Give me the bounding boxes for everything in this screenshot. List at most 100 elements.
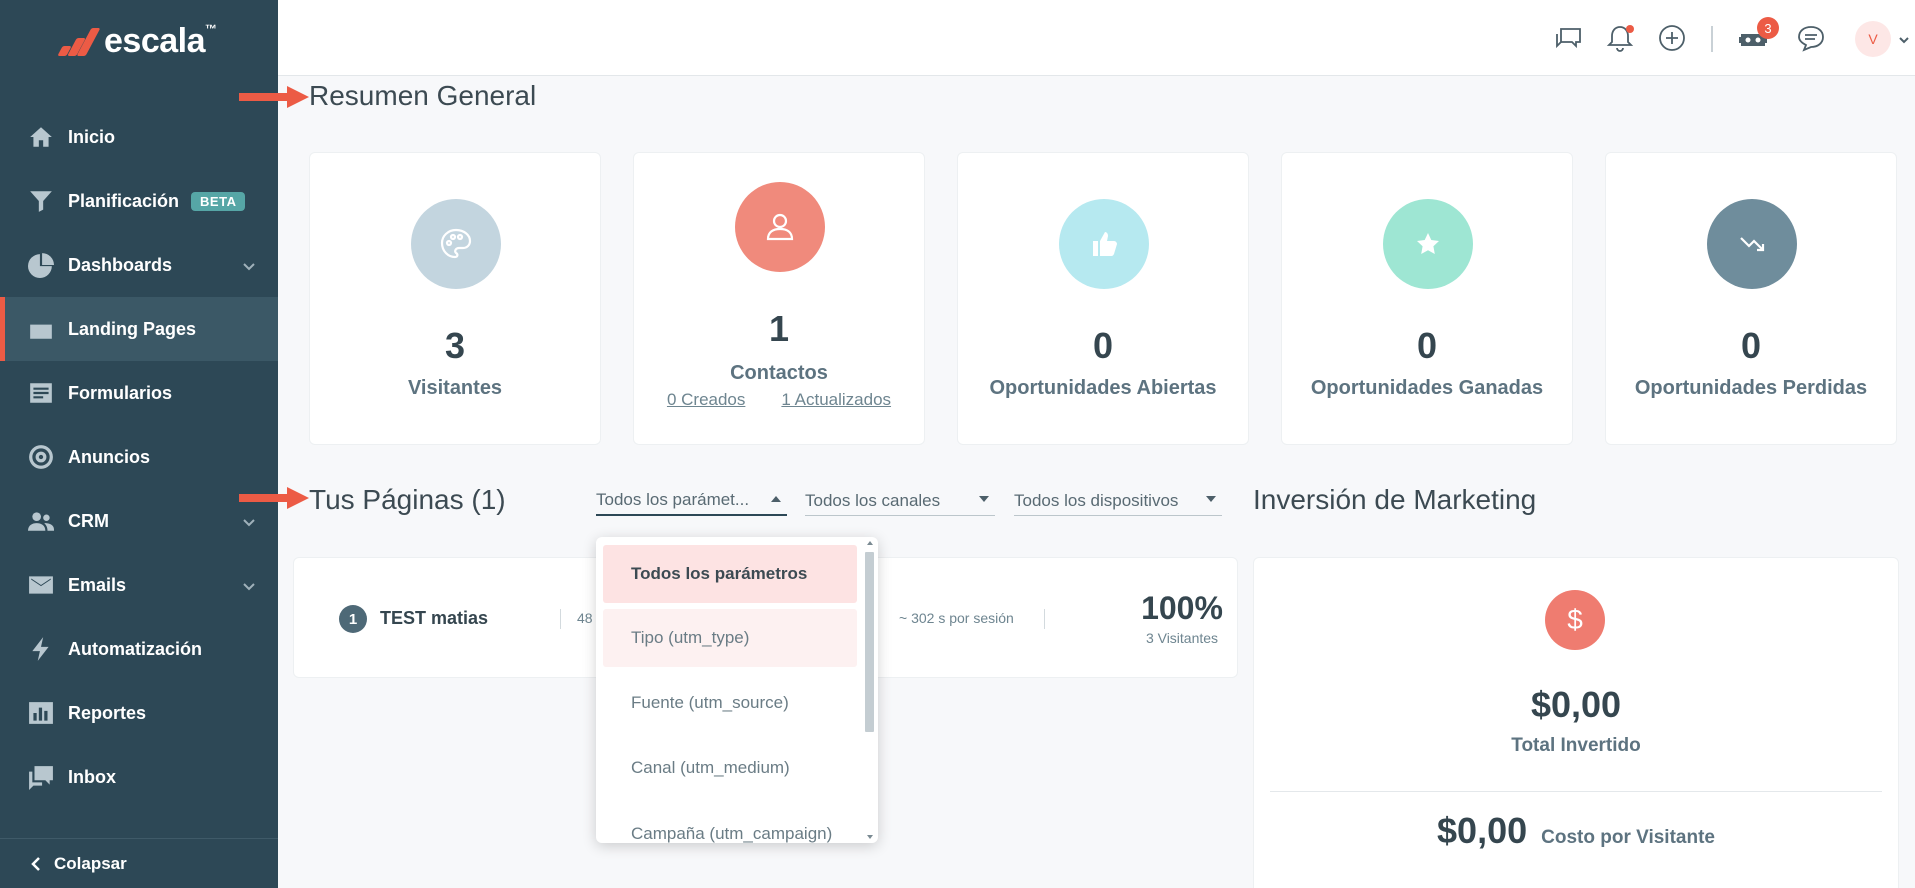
page-index-badge: 1 <box>339 605 367 633</box>
pointer-arrow-icon <box>239 485 309 511</box>
sidebar-item-label: Planificación <box>68 190 180 211</box>
form-icon <box>26 378 56 408</box>
pages-title: Tus Páginas (1) <box>309 484 506 515</box>
trend-down-icon <box>1740 237 1765 252</box>
sidebar-item-landing-pages[interactable]: Landing Pages <box>0 297 278 361</box>
sidebar-item-label: Formularios <box>68 382 173 403</box>
visitors-count: 3 Visitantes <box>1145 630 1219 646</box>
chat-icon <box>1556 28 1581 49</box>
stat-circle <box>1707 199 1797 289</box>
scroll-up-arrow-icon[interactable] <box>867 541 873 545</box>
stat-circle <box>1059 199 1149 289</box>
page-title: Resumen General <box>309 80 537 111</box>
page-metric: 48 <box>577 610 593 626</box>
sidebar-item-label: Inbox <box>68 766 116 787</box>
cost-per-visitor-label: Costo por Visitante <box>1541 827 1715 848</box>
add-button[interactable] <box>1654 20 1690 56</box>
sidebar-item-label: Inicio <box>68 126 116 147</box>
cost-per-visitor: $0,00 Costo por Visitante <box>1254 810 1898 852</box>
sidebar-item-automatizacion[interactable]: Automatización <box>0 617 278 681</box>
stat-card-contactos: 1 Contactos 0 Creados 1 Actualizados <box>633 152 925 445</box>
parameters-filter[interactable]: Todos los parámet... <box>596 486 787 516</box>
sidebar-item-label: Landing Pages <box>68 318 197 339</box>
sidebar-item-formularios[interactable]: Formularios <box>0 361 278 425</box>
caret-down-icon <box>1206 496 1216 502</box>
stat-card-oportunidades-abiertas: 0 Oportunidades Abiertas <box>957 152 1249 445</box>
devices-filter[interactable]: Todos los dispositivos <box>1014 486 1222 516</box>
sidebar-item-label: Reportes <box>68 702 147 723</box>
sidebar-item-label: Emails <box>68 574 127 595</box>
people-icon <box>26 506 56 536</box>
stat-value: 1 <box>768 308 790 349</box>
dropdown-option-source[interactable]: Fuente (utm_source) <box>603 674 857 732</box>
envelope-icon <box>26 570 56 600</box>
updated-contacts-link[interactable]: 1 Actualizados <box>781 390 891 410</box>
sidebar-item-dashboards[interactable]: Dashboards <box>0 233 278 297</box>
created-contacts-link[interactable]: 0 Creados <box>667 390 745 410</box>
thumbs-up-icon <box>1093 232 1117 256</box>
stat-value: 0 <box>1740 325 1762 366</box>
pie-chart-icon <box>26 250 56 280</box>
sidebar-item-label: Automatización <box>68 638 203 659</box>
page-name[interactable]: TEST matias <box>380 608 488 629</box>
sidebar-item-inicio[interactable]: Inicio <box>0 105 278 169</box>
stat-label: Visitantes <box>407 377 503 399</box>
dropdown-option-type[interactable]: Tipo (utm_type) <box>603 609 857 667</box>
sidebar-item-reportes[interactable]: Reportes <box>0 681 278 745</box>
collapse-sidebar-button[interactable]: Colapsar <box>0 838 278 888</box>
conversion-percent: 100% <box>1141 590 1223 626</box>
divider <box>560 609 561 629</box>
chat-icon-button[interactable] <box>1550 20 1586 56</box>
dropdown-option-campaign[interactable]: Campaña (utm_campaign) <box>603 805 857 843</box>
stat-circle <box>411 199 501 289</box>
palette-icon <box>440 228 472 259</box>
sidebar-item-planificacion[interactable]: Planificación BETA <box>0 169 278 233</box>
target-icon <box>26 442 56 472</box>
brand-name: escala™ <box>104 22 217 60</box>
filter-value: Todos los dispositivos <box>1014 490 1179 510</box>
divider <box>1270 791 1882 792</box>
scroll-down-arrow-icon[interactable] <box>867 835 873 839</box>
contact-links: 0 Creados 1 Actualizados <box>634 390 924 410</box>
logo-mark-icon <box>56 26 101 58</box>
investment-title: Inversión de Marketing <box>1253 484 1537 515</box>
stat-value: 3 <box>444 325 466 366</box>
chevron-down-icon[interactable] <box>1898 33 1910 51</box>
support-chat-button[interactable] <box>1793 20 1829 56</box>
pointer-arrow-icon <box>239 84 309 110</box>
stat-label: Contactos <box>730 362 828 384</box>
stat-card-visitantes: 3 Visitantes <box>309 152 601 445</box>
sidebar-item-anuncios[interactable]: Anuncios <box>0 425 278 489</box>
user-icon <box>766 213 794 241</box>
brand-logo[interactable]: escala™ <box>56 22 217 61</box>
dropdown-option-all[interactable]: Todos los parámetros <box>603 545 857 603</box>
sidebar-item-inbox[interactable]: Inbox <box>0 745 278 809</box>
sidebar-item-label: Anuncios <box>68 446 151 467</box>
total-invested-label: Total Invertido <box>1511 735 1641 756</box>
chevron-down-icon <box>242 257 256 271</box>
home-icon <box>26 122 56 152</box>
support-chat-icon <box>1798 26 1824 52</box>
lightning-icon <box>26 634 56 664</box>
sidebar: escala™ Inicio Planificación BETA Dashbo… <box>0 0 278 888</box>
session-duration: ~ 302 s por sesión <box>899 610 1014 626</box>
dropdown-scrollbar[interactable] <box>865 552 874 732</box>
sidebar-item-emails[interactable]: Emails <box>0 553 278 617</box>
investment-card: $ $0,00 Total Invertido $0,00 Costo por … <box>1253 557 1899 888</box>
assistant-button[interactable]: 3 <box>1735 17 1779 56</box>
filter-value: Todos los canales <box>805 490 941 510</box>
chevron-down-icon <box>242 513 256 527</box>
sidebar-nav: Inicio Planificación BETA Dashboards Lan… <box>0 105 278 809</box>
sidebar-item-crm[interactable]: CRM <box>0 489 278 553</box>
chevron-down-icon <box>242 577 256 591</box>
dropdown-option-medium[interactable]: Canal (utm_medium) <box>603 739 857 797</box>
avatar[interactable]: V <box>1855 21 1891 57</box>
channels-filter[interactable]: Todos los canales <box>805 486 995 516</box>
funnel-icon <box>26 186 56 216</box>
beta-badge: BETA <box>191 191 246 211</box>
parameters-dropdown: Todos los parámetros Tipo (utm_type) Fue… <box>596 537 878 843</box>
caret-down-icon <box>979 496 989 502</box>
notification-dot <box>1626 25 1634 33</box>
sidebar-item-label: CRM <box>68 510 109 531</box>
notifications-button[interactable] <box>1602 20 1638 56</box>
